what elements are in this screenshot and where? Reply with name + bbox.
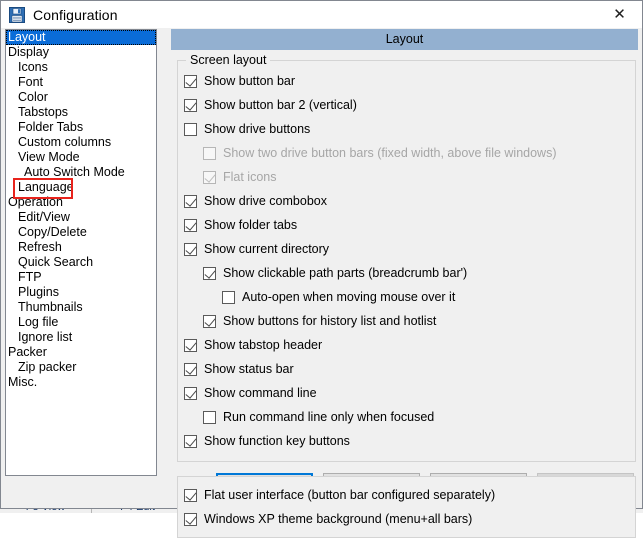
configuration-dialog: Configuration ✕ LayoutDisplayIconsFontCo… [0,0,643,509]
sidebar-item-folder-tabs[interactable]: Folder Tabs [6,120,156,135]
sidebar-item-view-mode[interactable]: View Mode [6,150,156,165]
checkbox-label: Run command line only when focused [223,410,434,424]
checkbox-label: Show status bar [204,362,294,376]
sidebar-item-thumbnails[interactable]: Thumbnails [6,300,156,315]
checkbox-box [203,147,216,160]
checkbox-label: Show tabstop header [204,338,322,352]
sidebar-item-ftp[interactable]: FTP [6,270,156,285]
close-glyph: ✕ [613,7,626,22]
checkbox-label: Show current directory [204,242,329,256]
checkbox-box[interactable] [184,123,197,136]
checkbox-label: Show drive buttons [204,122,310,136]
checkbox-box[interactable] [184,75,197,88]
sidebar-item-icons[interactable]: Icons [6,60,156,75]
checkbox-label: Flat user interface (button bar configur… [204,488,495,502]
checkbox-show-drive-combobox[interactable]: Show drive combobox [184,189,629,213]
checkbox-box[interactable] [203,315,216,328]
checkbox-box[interactable] [184,387,197,400]
checkbox-show-buttons-for-history-list-and-hotlist[interactable]: Show buttons for history list and hotlis… [184,309,629,333]
checkbox-label: Show button bar [204,74,295,88]
sidebar-item-language[interactable]: Language [6,180,156,195]
checkbox-show-tabstop-header[interactable]: Show tabstop header [184,333,629,357]
checkbox-box[interactable] [184,489,197,502]
window-title: Configuration [33,7,118,23]
sidebar-item-custom-columns[interactable]: Custom columns [6,135,156,150]
checkbox-label: Windows XP theme background (menu+all ba… [204,512,472,526]
checkbox-box[interactable] [184,339,197,352]
checkbox-label: Show folder tabs [204,218,297,232]
checkbox-show-folder-tabs[interactable]: Show folder tabs [184,213,629,237]
checkbox-box[interactable] [184,99,197,112]
checkbox-show-drive-buttons[interactable]: Show drive buttons [184,117,629,141]
checkbox-box[interactable] [184,219,197,232]
sidebar-item-zip-packer[interactable]: Zip packer [6,360,156,375]
sidebar-item-display[interactable]: Display [6,45,156,60]
checkbox-label: Show clickable path parts (breadcrumb ba… [223,266,467,280]
checkbox-box[interactable] [203,267,216,280]
sidebar-item-operation[interactable]: Operation [6,195,156,210]
checkbox-box[interactable] [184,243,197,256]
checkbox-show-current-directory[interactable]: Show current directory [184,237,629,261]
checkbox-flat-user-interface-button-bar-configured-sepa[interactable]: Flat user interface (button bar configur… [184,483,629,507]
sidebar-item-tabstops[interactable]: Tabstops [6,105,156,120]
sidebar-item-color[interactable]: Color [6,90,156,105]
checkbox-show-function-key-buttons[interactable]: Show function key buttons [184,429,629,453]
sidebar-item-copy-delete[interactable]: Copy/Delete [6,225,156,240]
checkbox-box[interactable] [184,513,197,526]
checkbox-flat-icons: Flat icons [184,165,629,189]
checkbox-show-two-drive-button-bars-fixed-width-above-f: Show two drive button bars (fixed width,… [184,141,629,165]
sidebar-item-font[interactable]: Font [6,75,156,90]
checkbox-box[interactable] [184,435,197,448]
sidebar-item-auto-switch-mode[interactable]: Auto Switch Mode [6,165,156,180]
checkbox-show-button-bar-2-vertical[interactable]: Show button bar 2 (vertical) [184,93,629,117]
sidebar-item-packer[interactable]: Packer [6,345,156,360]
sidebar-item-refresh[interactable]: Refresh [6,240,156,255]
checkbox-label: Flat icons [223,170,277,184]
sidebar-item-plugins[interactable]: Plugins [6,285,156,300]
checkbox-windows-xp-theme-background-menu-all-bars[interactable]: Windows XP theme background (menu+all ba… [184,507,629,531]
checkbox-auto-open-when-moving-mouse-over-it[interactable]: Auto-open when moving mouse over it [184,285,629,309]
checkbox-label: Show function key buttons [204,434,350,448]
checkbox-show-clickable-path-parts-breadcrumb-bar[interactable]: Show clickable path parts (breadcrumb ba… [184,261,629,285]
settings-category-list[interactable]: LayoutDisplayIconsFontColorTabstopsFolde… [5,29,157,476]
settings-category-list-inner: LayoutDisplayIconsFontColorTabstopsFolde… [6,30,156,390]
checkbox-show-status-bar[interactable]: Show status bar [184,357,629,381]
checkbox-label: Show buttons for history list and hotlis… [223,314,436,328]
panel-content: Screen layoutShow button barShow button … [171,60,638,538]
settings-panel: Layout Screen layoutShow button barShow … [171,29,638,476]
sidebar-item-edit-view[interactable]: Edit/View [6,210,156,225]
group-appearance: Flat user interface (button bar configur… [177,476,636,538]
sidebar-item-misc[interactable]: Misc. [6,375,156,390]
dialog-body: LayoutDisplayIconsFontColorTabstopsFolde… [1,28,642,470]
sidebar-item-log-file[interactable]: Log file [6,315,156,330]
checkbox-label: Auto-open when moving mouse over it [242,290,455,304]
checkbox-label: Show button bar 2 (vertical) [204,98,357,112]
close-icon[interactable]: ✕ [597,1,642,28]
checkbox-box [203,171,216,184]
sidebar-item-ignore-list[interactable]: Ignore list [6,330,156,345]
sidebar-item-layout[interactable]: Layout [6,30,156,45]
checkbox-box[interactable] [184,195,197,208]
group-legend: Screen layout [186,53,270,67]
checkbox-run-command-line-only-when-focused[interactable]: Run command line only when focused [184,405,629,429]
checkbox-show-command-line[interactable]: Show command line [184,381,629,405]
checkbox-box[interactable] [203,411,216,424]
sidebar-item-quick-search[interactable]: Quick Search [6,255,156,270]
panel-title: Layout [171,29,638,50]
checkbox-box[interactable] [222,291,235,304]
group-screen-layout: Screen layoutShow button barShow button … [177,60,636,462]
checkbox-box[interactable] [184,363,197,376]
floppy-disk-icon [9,7,25,23]
checkbox-show-button-bar[interactable]: Show button bar [184,69,629,93]
checkbox-label: Show two drive button bars (fixed width,… [223,146,557,160]
title-bar: Configuration ✕ [1,1,642,28]
checkbox-label: Show command line [204,386,317,400]
checkbox-label: Show drive combobox [204,194,327,208]
